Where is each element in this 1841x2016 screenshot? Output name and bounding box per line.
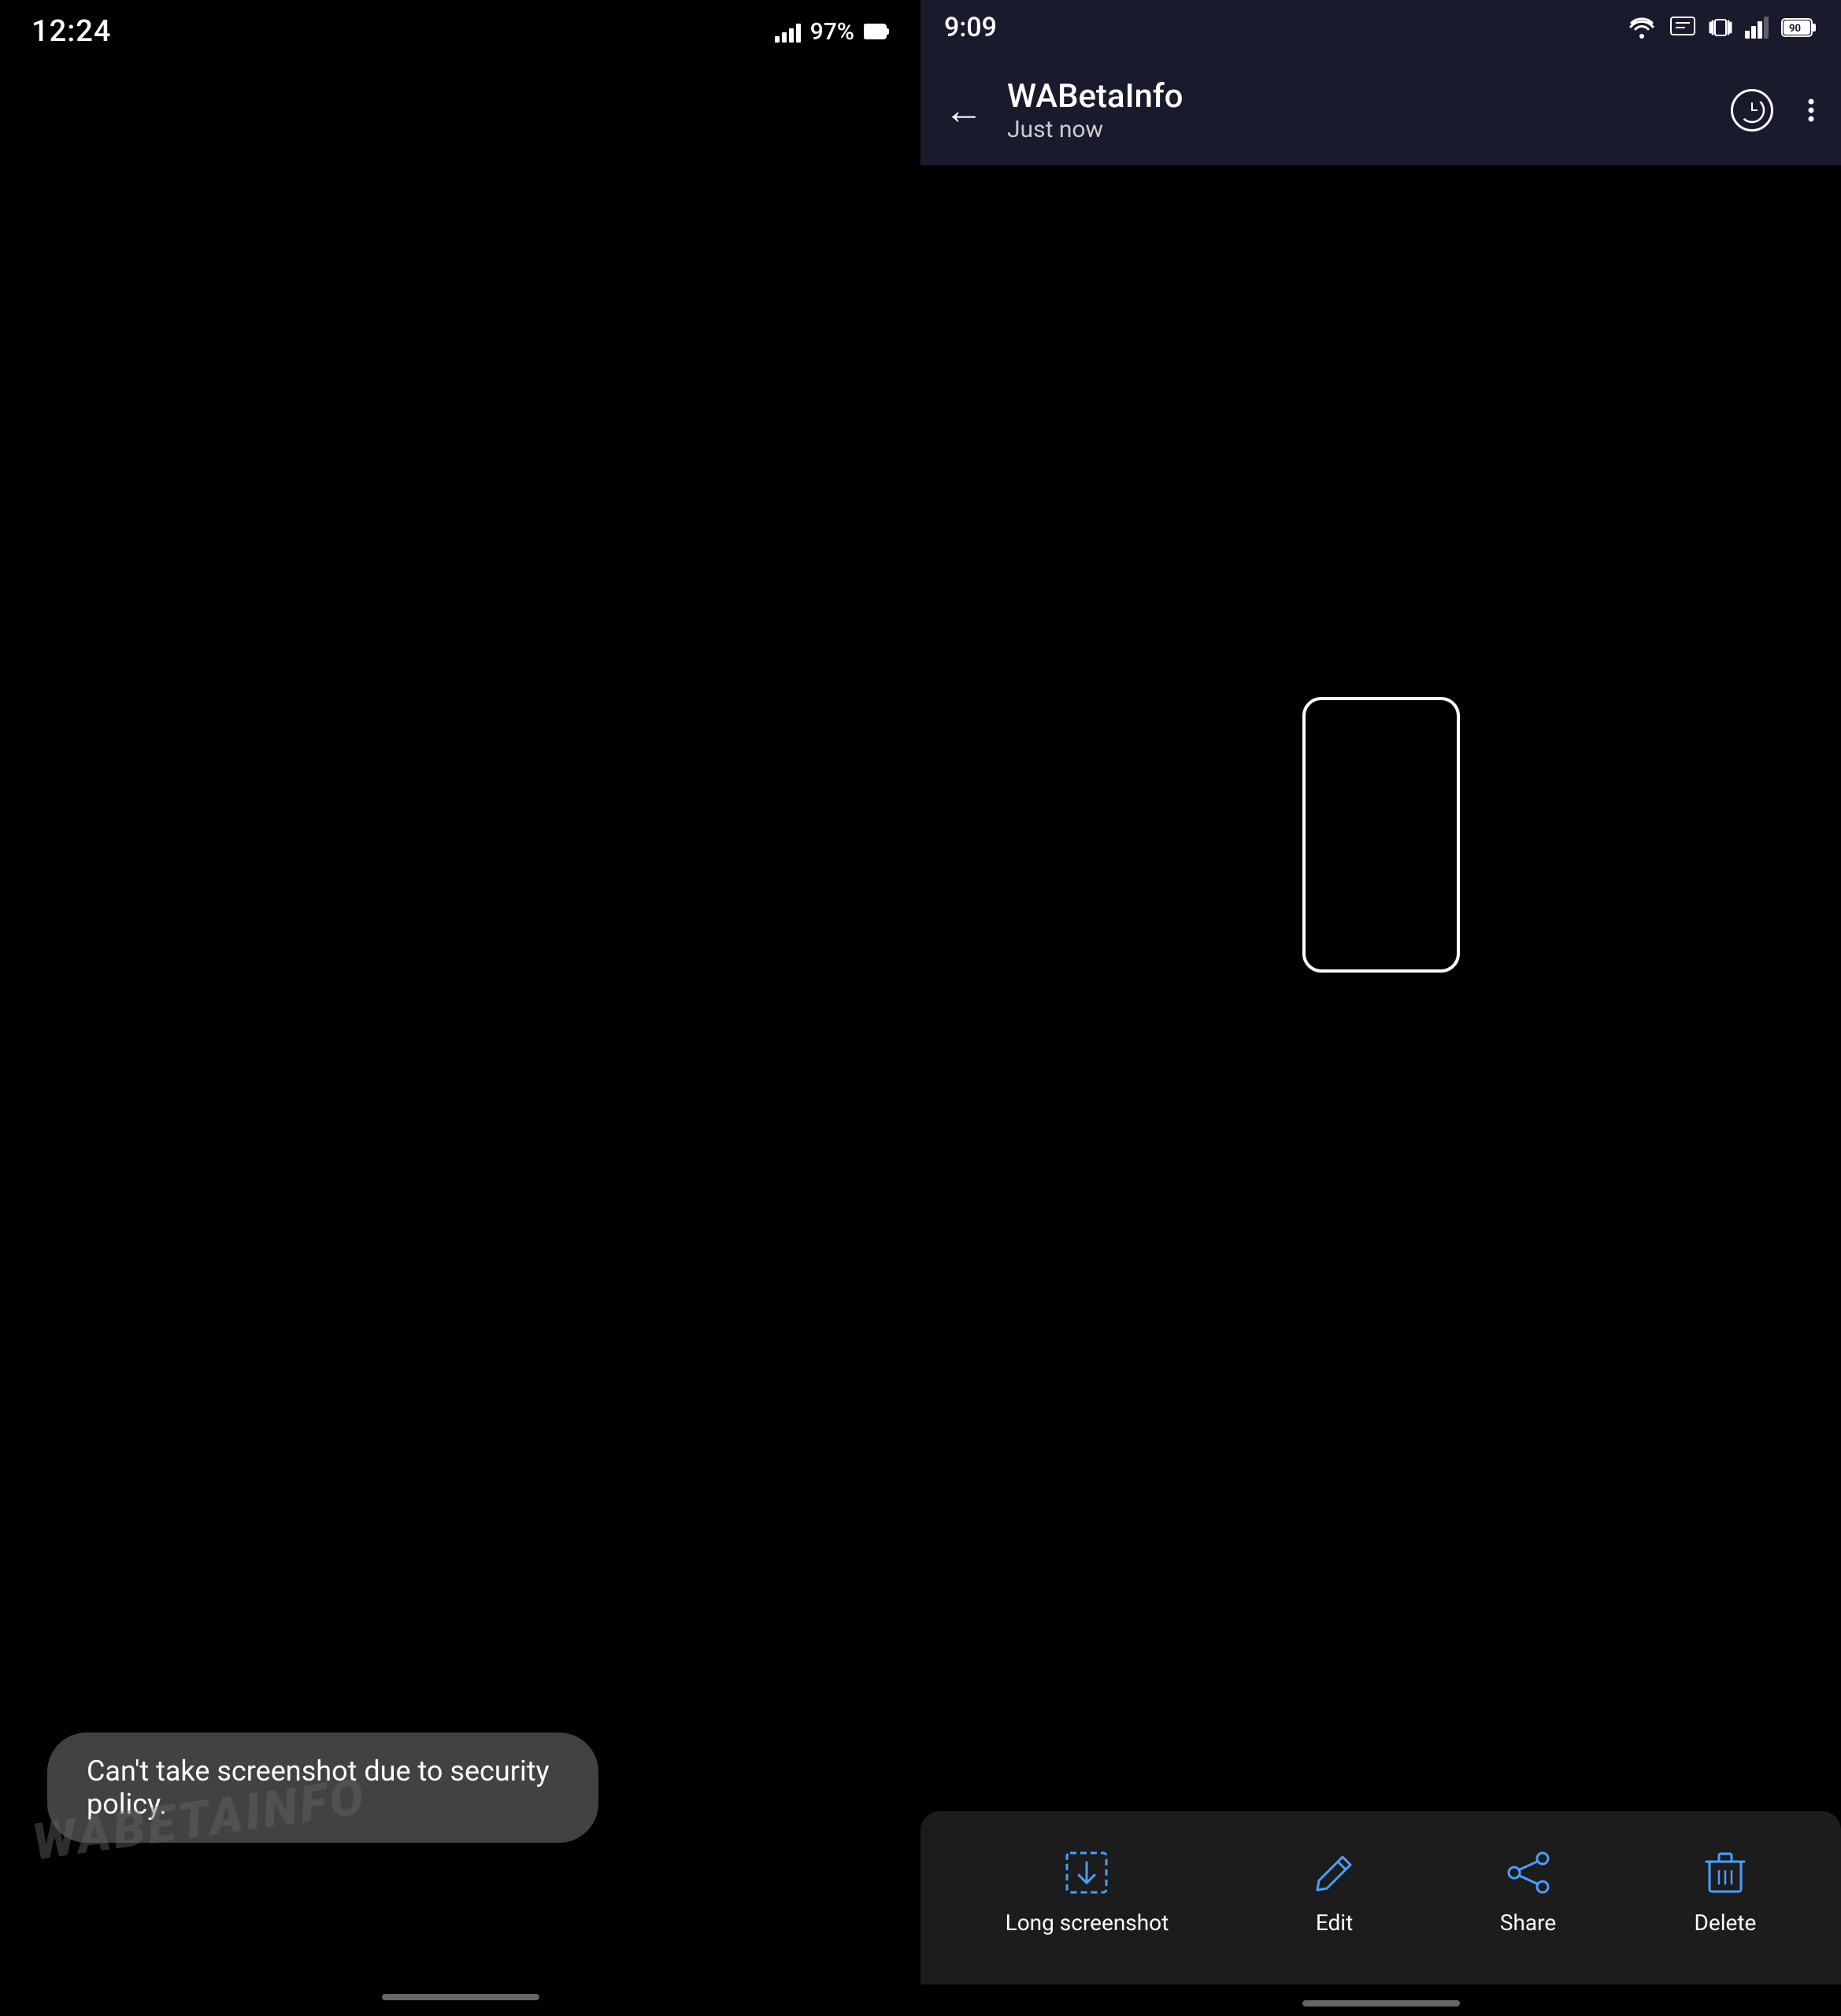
wa-chat-header: ← WABetaInfo Just now [920, 55, 1841, 165]
right-status-icons: 90 [1627, 16, 1817, 39]
right-clock: 9:09 [944, 12, 997, 43]
screenshot-toolbar: Long screenshot Edit [920, 1811, 1841, 1984]
share-icon [1501, 1845, 1556, 1900]
phone-preview-thumbnail [1302, 697, 1460, 973]
right-phone-screen: 9:09 [920, 0, 1841, 2016]
edit-icon [1307, 1845, 1362, 1900]
back-button[interactable]: ← [936, 80, 991, 142]
right-home-indicator [1302, 2000, 1460, 2007]
long-screenshot-icon [1059, 1845, 1114, 1900]
disappearing-messages-icon[interactable] [1731, 89, 1773, 132]
delete-label: Delete [1694, 1910, 1756, 1936]
long-screenshot-button[interactable]: Long screenshot [982, 1829, 1193, 1951]
watermark-text: WABETAINFO [29, 1766, 370, 1872]
share-button[interactable]: Share [1476, 1829, 1580, 1951]
contact-name: WABetaInfo [1007, 77, 1715, 116]
delete-button[interactable]: Delete [1670, 1829, 1780, 1951]
edit-button[interactable]: Edit [1284, 1829, 1386, 1951]
vibrate-icon [1709, 16, 1732, 39]
long-screenshot-label: Long screenshot [1006, 1910, 1169, 1936]
message-icon [1669, 16, 1696, 39]
screenshot-preview-area [920, 165, 1841, 1504]
wa-header-actions [1731, 89, 1825, 132]
right-status-bar: 9:09 [920, 0, 1841, 55]
left-status-bar: 12:24 97% [0, 0, 920, 63]
delete-icon [1698, 1845, 1753, 1900]
wifi-icon [1627, 16, 1657, 39]
left-phone-screen: 12:24 97% Can't take screenshot due to s… [0, 0, 920, 2016]
left-clock: 12:24 [31, 14, 111, 49]
signal-icon [775, 20, 801, 43]
battery-status-icon: 90 [1781, 17, 1817, 39]
left-status-icons: 97% [775, 18, 889, 46]
battery-level: 97% [810, 18, 854, 46]
more-options-icon[interactable] [1797, 96, 1825, 124]
battery-icon [864, 23, 889, 40]
contact-info: WABetaInfo Just now [1007, 77, 1715, 143]
share-label: Share [1500, 1910, 1556, 1936]
svg-text:90: 90 [1789, 23, 1801, 35]
signal-strength-icon [1745, 17, 1769, 39]
contact-status: Just now [1007, 116, 1715, 143]
left-home-indicator [382, 1994, 539, 2000]
edit-label: Edit [1316, 1910, 1353, 1936]
watermark: WABETAINFO [0, 1748, 441, 1890]
